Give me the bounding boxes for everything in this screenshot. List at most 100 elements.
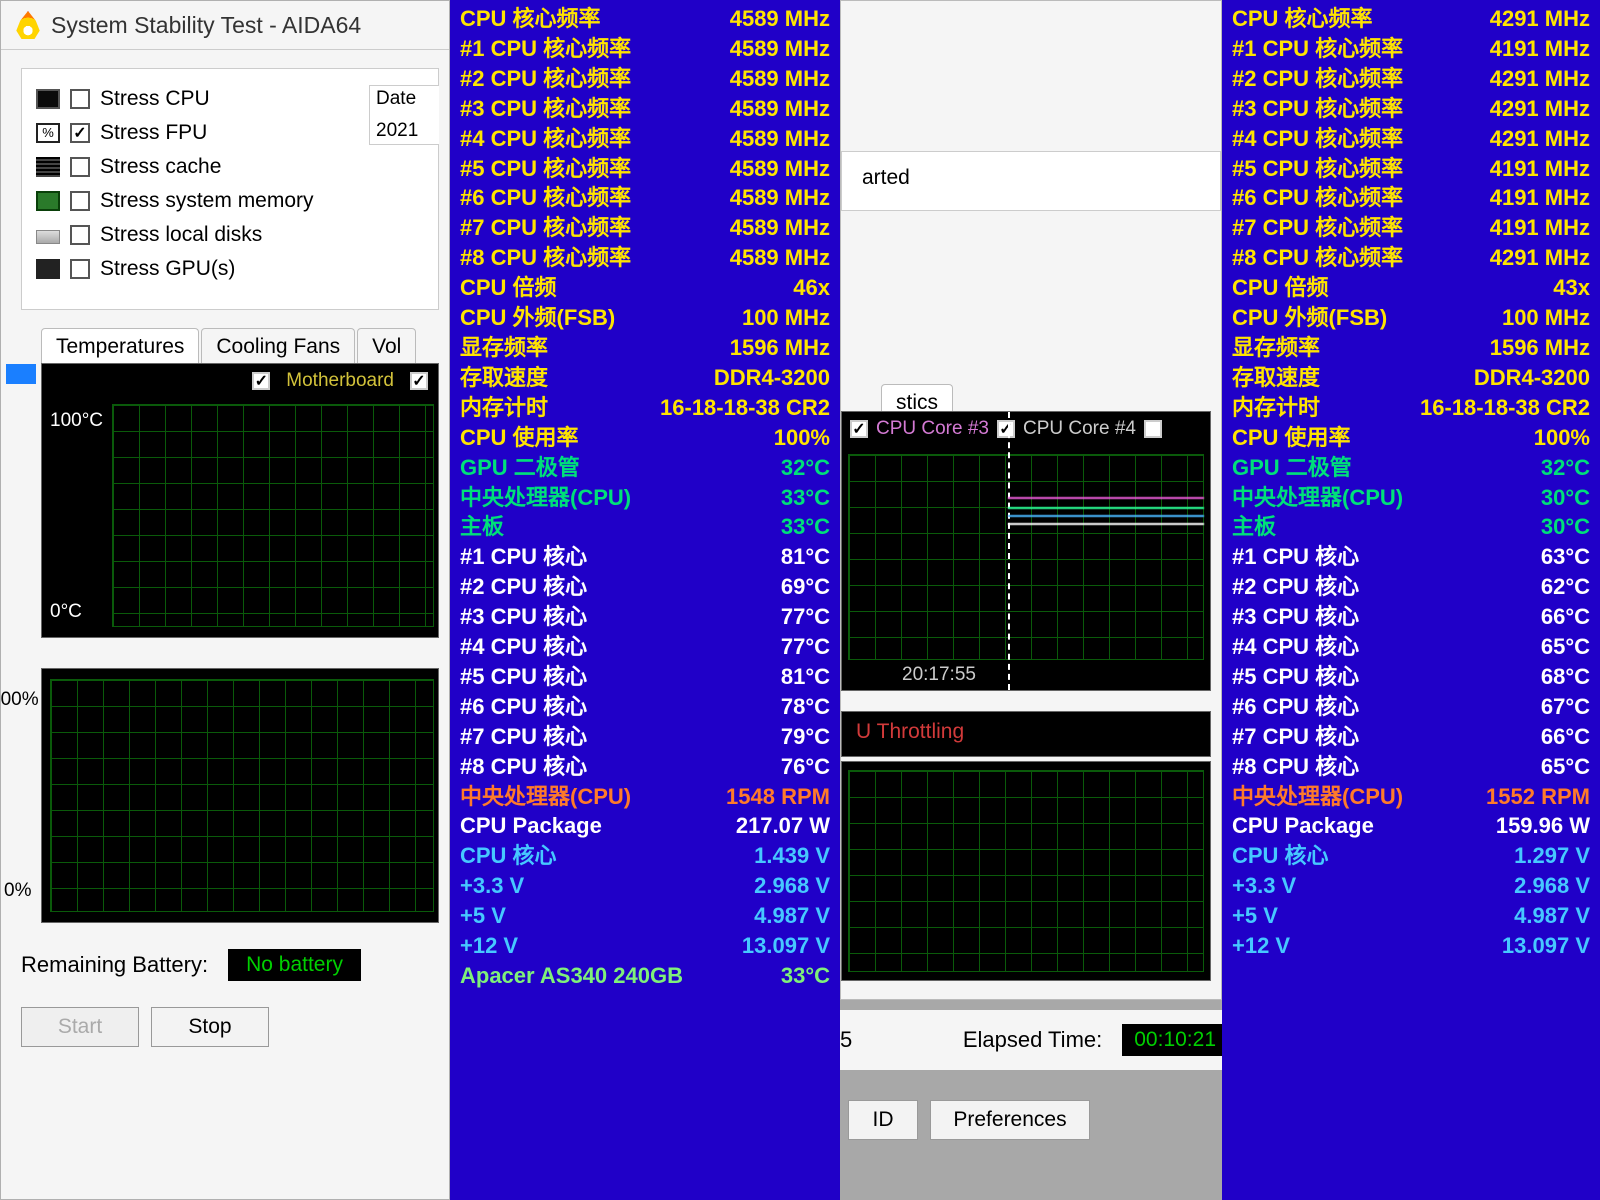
osd-value: 33°C <box>781 961 830 991</box>
checkbox-pct[interactable] <box>70 123 90 143</box>
checkbox-cache[interactable] <box>70 157 90 177</box>
osd-value: 4589 MHz <box>730 243 830 273</box>
osd-value: 62°C <box>1541 572 1590 602</box>
stress-options: Date 2021 Stress CPU%Stress FPUStress ca… <box>21 68 439 310</box>
legend-checkbox-2[interactable] <box>410 372 428 390</box>
option-label: Stress FPU <box>100 121 207 145</box>
osd-label: #7 CPU 核心 <box>1232 722 1359 752</box>
osd-label: #1 CPU 核心 <box>460 542 587 572</box>
stress-option-mem: Stress system memory <box>36 189 424 213</box>
tab-vol[interactable]: Vol <box>357 328 416 363</box>
osd-label: #4 CPU 核心频率 <box>460 124 631 154</box>
osd-row: #2 CPU 核心频率4589 MHz <box>460 64 830 94</box>
osd-label: 中央处理器(CPU) <box>1232 483 1403 513</box>
osd-row: #3 CPU 核心频率4589 MHz <box>460 94 830 124</box>
osd-value: 1548 RPM <box>726 782 830 812</box>
osd-value: 4191 MHz <box>1490 154 1590 184</box>
osd-row: CPU 核心1.439 V <box>460 841 830 871</box>
id-button[interactable]: ID <box>848 1100 918 1140</box>
osd-value: 16-18-18-38 CR2 <box>660 393 830 423</box>
core3-checkbox[interactable] <box>850 420 868 438</box>
graph-grid <box>112 404 434 627</box>
osd-value: 1.439 V <box>754 841 830 871</box>
osd-row: #6 CPU 核心78°C <box>460 692 830 722</box>
core-temp-graph: CPU Core #3 CPU Core #4 20:17:55 <box>841 411 1211 691</box>
utilization-graph: 100% 0% <box>41 668 439 923</box>
osd-value: 69°C <box>781 572 830 602</box>
osd-value: 77°C <box>781 632 830 662</box>
checkbox-disk[interactable] <box>70 225 90 245</box>
osd-value: 68°C <box>1541 662 1590 692</box>
tab-cooling-fans[interactable]: Cooling Fans <box>201 328 355 363</box>
preferences-button[interactable]: Preferences <box>930 1100 1090 1140</box>
osd-value: 4291 MHz <box>1490 124 1590 154</box>
osd-row: #5 CPU 核心频率4191 MHz <box>1232 154 1590 184</box>
window-titlebar[interactable]: System Stability Test - AIDA64 <box>1 1 449 50</box>
status-started: arted <box>841 151 1221 211</box>
osd-row: #8 CPU 核心65°C <box>1232 752 1590 782</box>
graph-timestamp: 20:17:55 <box>902 664 976 686</box>
osd-overlay-right: CPU 核心频率4291 MHz#1 CPU 核心频率4191 MHz#2 CP… <box>1222 0 1600 1200</box>
legend-checkbox[interactable] <box>252 372 270 390</box>
checkbox-mem[interactable] <box>70 191 90 211</box>
osd-row: GPU 二极管32°C <box>1232 453 1590 483</box>
osd-label: CPU 使用率 <box>460 423 579 453</box>
mid-grid-2 <box>848 770 1204 972</box>
osd-value: 16-18-18-38 CR2 <box>1420 393 1590 423</box>
osd-row: #4 CPU 核心频率 4589 MHz <box>460 124 830 154</box>
checkbox-gpu[interactable] <box>70 259 90 279</box>
mid-grid <box>848 454 1204 660</box>
temperature-graph: Motherboard 100°C 0°C <box>41 363 439 638</box>
osd-value: 66°C <box>1541 602 1590 632</box>
osd-row: +5 V4.987 V <box>460 901 830 931</box>
tab-temperatures[interactable]: Temperatures <box>41 328 199 363</box>
mem-icon <box>36 191 60 211</box>
stop-button[interactable]: Stop <box>151 1007 269 1047</box>
osd-value: 4191 MHz <box>1490 213 1590 243</box>
osd-label: #3 CPU 核心频率 <box>1232 94 1403 124</box>
osd-label: #5 CPU 核心 <box>460 662 587 692</box>
osd-row: 存取速度DDR4-3200 <box>1232 363 1590 393</box>
core5-checkbox[interactable] <box>1144 420 1162 438</box>
osd-row: 内存计时16-18-18-38 CR2 <box>460 393 830 423</box>
osd-row: CPU 外频(FSB)100 MHz <box>460 303 830 333</box>
battery-label: Remaining Battery: <box>21 952 208 978</box>
osd-row: #4 CPU 核心65°C <box>1232 632 1590 662</box>
osd-row: #6 CPU 核心频率4191 MHz <box>1232 183 1590 213</box>
osd-row: CPU 倍频46x <box>460 273 830 303</box>
osd-value: 32°C <box>1541 453 1590 483</box>
osd-value: 4589 MHz <box>730 64 830 94</box>
osd-label: +3.3 V <box>1232 871 1296 901</box>
osd-label: #1 CPU 核心频率 <box>460 34 631 64</box>
osd-row: #8 CPU 核心频率4589 MHz <box>460 243 830 273</box>
osd-label: CPU Package <box>460 811 602 841</box>
osd-label: 主板 <box>460 512 504 542</box>
osd-row: #2 CPU 核心 69°C <box>460 572 830 602</box>
checkbox-cpu[interactable] <box>70 89 90 109</box>
osd-row: #7 CPU 核心66°C <box>1232 722 1590 752</box>
osd-label: #5 CPU 核心频率 <box>460 154 631 184</box>
osd-value: 33°C <box>781 483 830 513</box>
core4-checkbox[interactable] <box>997 420 1015 438</box>
osd-label: #1 CPU 核心 <box>1232 542 1359 572</box>
osd-label: 存取速度 <box>460 363 548 393</box>
osd-label: #8 CPU 核心频率 <box>1232 243 1403 273</box>
control-buttons: Start Stop <box>21 1007 449 1047</box>
osd-value: 4589 MHz <box>730 124 830 154</box>
osd-value: 100% <box>774 423 830 453</box>
osd-label: CPU 核心频率 <box>1232 4 1373 34</box>
osd-label: CPU 使用率 <box>1232 423 1351 453</box>
osd-label: #2 CPU 核心 <box>460 572 587 602</box>
osd-label: 中央处理器(CPU) <box>1232 782 1403 812</box>
fragment-5: 5 <box>840 1027 852 1053</box>
option-label: Stress local disks <box>100 223 262 247</box>
osd-label: CPU 核心频率 <box>460 4 601 34</box>
osd-row: +5 V4.987 V <box>1232 901 1590 931</box>
osd-value: 4191 MHz <box>1490 183 1590 213</box>
window-title: System Stability Test - AIDA64 <box>51 12 361 39</box>
osd-label: 存取速度 <box>1232 363 1320 393</box>
osd-value: 217.07 W <box>736 811 830 841</box>
gpu-icon <box>36 259 60 279</box>
start-button[interactable]: Start <box>21 1007 139 1047</box>
osd-label: 显存频率 <box>1232 333 1320 363</box>
